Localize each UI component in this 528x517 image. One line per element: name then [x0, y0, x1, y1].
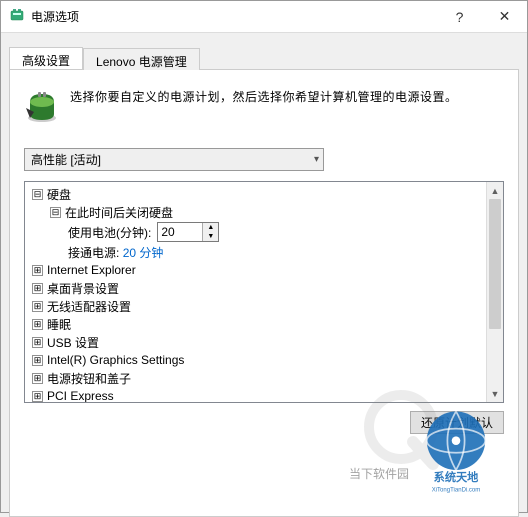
tree-node-ie[interactable]: ⊞ Internet Explorer [28, 261, 503, 279]
tree-node-intel-graphics[interactable]: ⊞ Intel(R) Graphics Settings [28, 351, 503, 369]
tree-node-plugged-in[interactable]: 接通电源: 20 分钟 [28, 243, 503, 261]
collapse-icon[interactable]: ⊟ [50, 207, 61, 218]
chevron-down-icon: ▾ [314, 154, 319, 165]
app-icon [9, 7, 25, 26]
expand-icon[interactable]: ⊞ [32, 391, 43, 402]
collapse-icon[interactable]: ⊟ [32, 189, 43, 200]
vertical-scrollbar[interactable]: ▲ ▼ [486, 182, 503, 402]
scroll-up-icon[interactable]: ▲ [487, 182, 503, 199]
tree-node-usb[interactable]: ⊞ USB 设置 [28, 333, 503, 351]
power-plan-selected: 高性能 [活动] [31, 151, 101, 168]
tree-node-pci-express[interactable]: ⊞ PCI Express [28, 387, 503, 403]
plugged-in-value[interactable]: 20 分钟 [123, 244, 164, 261]
expand-icon[interactable]: ⊞ [32, 337, 43, 348]
battery-icon [24, 88, 60, 124]
tree-node-desktop-background[interactable]: ⊞ 桌面背景设置 [28, 279, 503, 297]
spin-up-icon[interactable]: ▲ [203, 223, 218, 232]
scroll-thumb[interactable] [489, 199, 501, 329]
expand-icon[interactable]: ⊞ [32, 319, 43, 330]
intro-text: 选择你要自定义的电源计划，然后选择你希望计算机管理的电源设置。 [70, 88, 458, 107]
tree-node-wireless[interactable]: ⊞ 无线适配器设置 [28, 297, 503, 315]
tree-node-sleep[interactable]: ⊞ 睡眠 [28, 315, 503, 333]
expand-icon[interactable]: ⊞ [32, 265, 43, 276]
on-battery-input[interactable] [158, 223, 202, 241]
intro-row: 选择你要自定义的电源计划，然后选择你希望计算机管理的电源设置。 [24, 88, 504, 124]
power-plan-combo[interactable]: 高性能 [活动] ▾ [24, 148, 324, 171]
tree-node-turn-off-hdd-after[interactable]: ⊟ 在此时间后关闭硬盘 [28, 203, 503, 221]
close-button[interactable]: ✕ [482, 1, 527, 33]
titlebar: 电源选项 ? ✕ [1, 1, 527, 33]
plan-combo-row: 高性能 [活动] ▾ [24, 148, 504, 171]
expand-icon[interactable]: ⊞ [32, 301, 43, 312]
restore-defaults-button[interactable]: 还原计划默认 [410, 411, 504, 434]
tree-node-hard-disk[interactable]: ⊟ 硬盘 [28, 185, 503, 203]
tab-advanced-settings[interactable]: 高级设置 [9, 47, 83, 69]
spin-down-icon[interactable]: ▼ [203, 232, 218, 241]
expand-icon[interactable]: ⊞ [32, 355, 43, 366]
tab-strip: 高级设置 Lenovo 电源管理 [1, 33, 527, 70]
expand-icon[interactable]: ⊞ [32, 283, 43, 294]
tree-node-power-button-lid[interactable]: ⊞ 电源按钮和盖子 [28, 369, 503, 387]
expand-icon[interactable]: ⊞ [32, 373, 43, 384]
tab-page-advanced: 选择你要自定义的电源计划，然后选择你希望计算机管理的电源设置。 高性能 [活动]… [9, 69, 519, 517]
window-title: 电源选项 [31, 8, 437, 25]
tree-node-on-battery[interactable]: 使用电池(分钟): ▲ ▼ [28, 221, 503, 243]
help-button[interactable]: ? [437, 1, 482, 33]
scroll-down-icon[interactable]: ▼ [487, 385, 503, 402]
settings-tree[interactable]: ⊟ 硬盘 ⊟ 在此时间后关闭硬盘 使用电池(分钟): ▲ ▼ 接通电源: [24, 181, 504, 403]
tab-lenovo-power[interactable]: Lenovo 电源管理 [83, 48, 200, 70]
on-battery-spinner[interactable]: ▲ ▼ [157, 222, 219, 242]
